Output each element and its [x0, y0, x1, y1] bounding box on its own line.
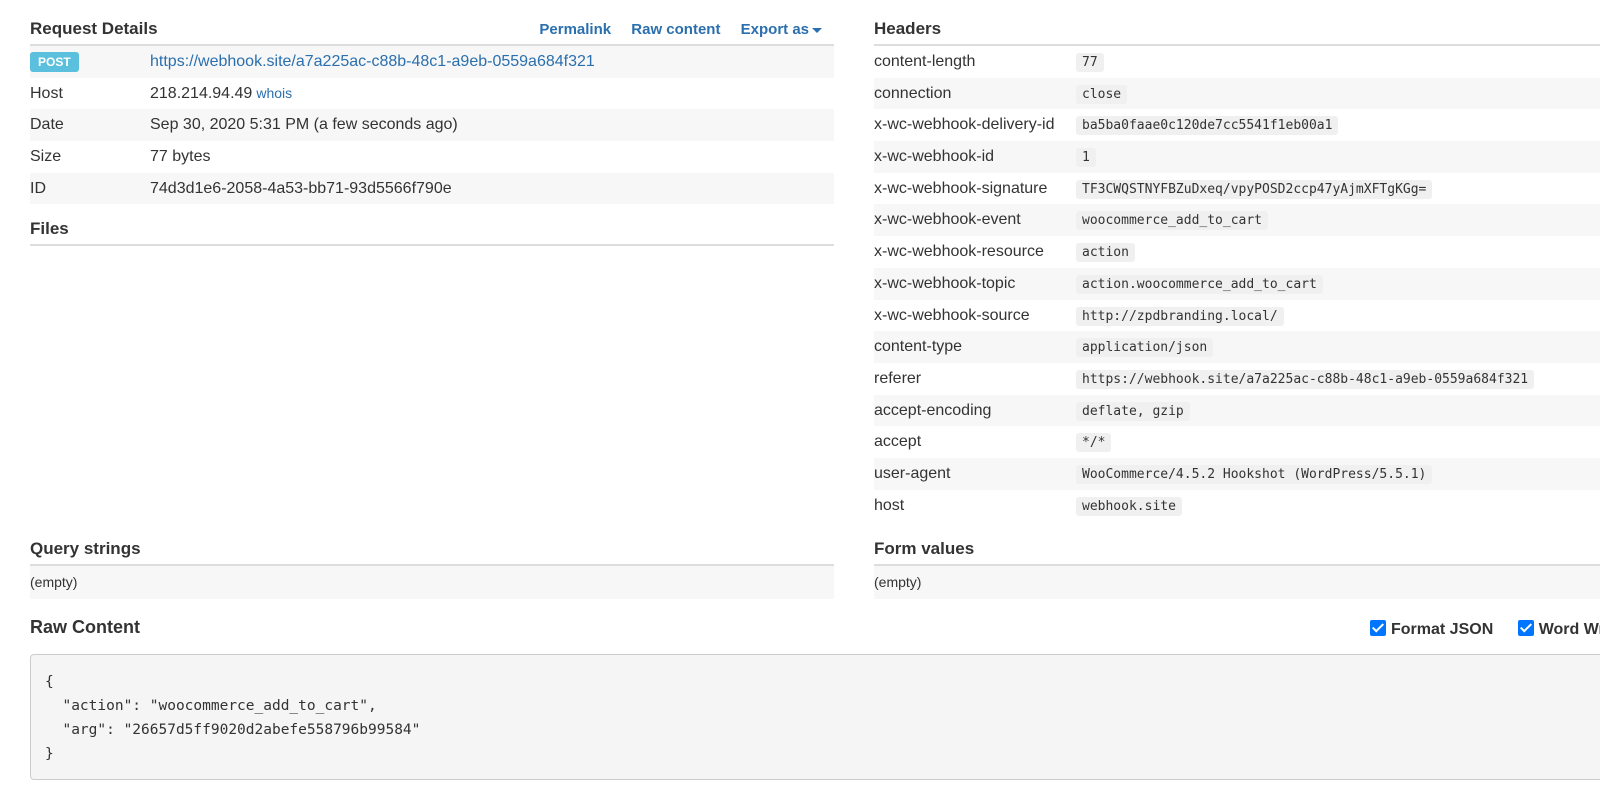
- date-value: Sep 30, 2020 5:31 PM (a few seconds ago): [150, 116, 458, 134]
- request-url-row: POST https://webhook.site/a7a225ac-c88b-…: [30, 46, 834, 78]
- export-as-label: Export as: [740, 21, 809, 38]
- raw-content-line: "action": "woocommerce_add_to_cart",: [45, 698, 377, 714]
- headers-panel: Headers content-length 77 connection close x…: [874, 14, 1600, 521]
- request-details-panel: Request Details Permalink Raw content Ex…: [30, 14, 834, 247]
- raw-content-line: }: [45, 746, 54, 762]
- raw-content-title: Raw Content: [30, 617, 140, 637]
- raw-content-line: {: [45, 674, 54, 690]
- id-value: 74d3d1e6-2058-4a53-bb71-93d5566f790e: [150, 179, 452, 197]
- header-value: close: [1076, 84, 1128, 104]
- header-row: accept-encoding deflate, gzip: [874, 394, 1600, 427]
- host-label: Host: [30, 84, 63, 102]
- request-actions: Permalink Raw content Export as: [523, 21, 822, 38]
- caret-down-icon: [812, 27, 822, 33]
- header-value: webhook.site: [1076, 496, 1182, 516]
- method-badge: POST: [30, 51, 79, 72]
- word-wrap-toggle[interactable]: Word Wrap: [1517, 620, 1600, 639]
- header-key: content-type: [874, 338, 963, 356]
- header-value: */*: [1076, 433, 1112, 453]
- header-key: x-wc-webhook-event: [874, 211, 1021, 229]
- header-value: 77: [1076, 53, 1104, 72]
- header-value: https://webhook.site/a7a225ac-c88b-48c1-…: [1076, 369, 1535, 389]
- header-row: x-wc-webhook-source http://zpdbranding.lo…: [874, 300, 1600, 332]
- headers-title: Headers: [874, 19, 942, 38]
- id-label: ID: [30, 179, 46, 197]
- header-key: x-wc-webhook-source: [874, 306, 1030, 324]
- header-key: accept: [874, 433, 922, 451]
- word-wrap-label: Word Wrap: [1538, 621, 1600, 638]
- export-as-dropdown[interactable]: Export as: [741, 21, 822, 38]
- query-strings-panel: Query strings (empty): [30, 534, 834, 599]
- headers-table: content-length 77 connection close x-wc-webh…: [874, 46, 1600, 521]
- raw-content-link[interactable]: Raw content: [631, 21, 720, 38]
- header-value: TF3CWQSTNYFBZuDxeq/vpyPOSD2ccp47yAjmXFTg…: [1076, 179, 1433, 199]
- format-json-checkbox[interactable]: [1370, 620, 1386, 636]
- header-row: x-wc-webhook-event woocommerce_add_to_car…: [874, 204, 1600, 237]
- header-row: connection close: [874, 77, 1600, 110]
- header-key: x-wc-webhook-delivery-id: [874, 116, 1055, 134]
- files-title: Files: [30, 219, 69, 239]
- header-key: x-wc-webhook-resource: [874, 243, 1044, 261]
- header-row: content-length 77: [874, 46, 1600, 78]
- date-row: Date Sep 30, 2020 5:31 PM (a few seconds…: [30, 109, 834, 142]
- raw-content-body: { "action": "woocommerce_add_to_cart", "…: [30, 654, 1600, 780]
- header-row: x-wc-webhook-topic action.woocommerce_add…: [874, 267, 1600, 300]
- form-values-title: Form values: [874, 539, 975, 558]
- header-row: host webhook.site: [874, 490, 1600, 522]
- permalink-link[interactable]: Permalink: [539, 21, 611, 38]
- header-row: x-wc-webhook-resource action: [874, 236, 1600, 268]
- host-row: Host 218.214.94.49 whois: [30, 78, 834, 110]
- files-header: Files: [30, 214, 834, 247]
- raw-content-options: Format JSON Word Wrap: [1370, 620, 1600, 639]
- format-json-toggle[interactable]: Format JSON: [1370, 620, 1493, 639]
- headers-header: Headers: [874, 14, 1600, 46]
- format-json-label: Format JSON: [1391, 621, 1494, 638]
- request-details-title: Request Details: [30, 19, 158, 38]
- header-key: user-agent: [874, 464, 951, 482]
- header-key: x-wc-webhook-signature: [874, 179, 1048, 197]
- header-value: action: [1076, 243, 1135, 263]
- header-key: host: [874, 496, 905, 514]
- header-key: x-wc-webhook-id: [874, 148, 995, 166]
- header-key: x-wc-webhook-topic: [874, 274, 1016, 292]
- header-key: referer: [874, 369, 922, 387]
- header-value: WooCommerce/4.5.2 Hookshot (WordPress/5.…: [1076, 464, 1433, 484]
- header-value: application/json: [1076, 338, 1214, 358]
- request-url-link[interactable]: https://webhook.site/a7a225ac-c88b-48c1-…: [150, 46, 595, 78]
- request-details-header: Request Details Permalink Raw content Ex…: [30, 14, 834, 46]
- header-key: accept-encoding: [874, 401, 992, 419]
- size-value: 77 bytes: [150, 148, 211, 166]
- header-value: ba5ba0faae0c120de7cc5541f1eb00a1: [1076, 116, 1339, 136]
- header-row: x-wc-webhook-delivery-id ba5ba0faae0c120d…: [874, 109, 1600, 141]
- query-strings-header: Query strings: [30, 534, 834, 566]
- header-value: http://zpdbranding.local/: [1076, 306, 1284, 326]
- query-strings-title: Query strings: [30, 539, 141, 558]
- whois-link[interactable]: whois: [256, 85, 292, 101]
- header-row: x-wc-webhook-signature TF3CWQSTNYFBZuDxeq…: [874, 173, 1600, 205]
- form-values-header: Form values: [874, 534, 1600, 566]
- header-value: deflate, gzip: [1076, 401, 1190, 421]
- header-row: user-agent WooCommerce/4.5.2 Hookshot (Wo…: [874, 457, 1600, 490]
- header-key: content-length: [874, 53, 976, 70]
- header-value: woocommerce_add_to_cart: [1076, 211, 1269, 231]
- header-key: connection: [874, 84, 952, 102]
- query-strings-value: (empty): [30, 566, 834, 599]
- form-values-value: (empty): [874, 566, 1600, 599]
- header-row: referer https://webhook.site/a7a225ac-c88…: [874, 363, 1600, 395]
- size-row: Size 77 bytes: [30, 141, 834, 173]
- form-values-panel: Form values (empty): [874, 534, 1600, 599]
- host-value: 218.214.94.49: [150, 84, 253, 102]
- word-wrap-checkbox[interactable]: [1517, 620, 1534, 636]
- date-label: Date: [30, 116, 64, 134]
- header-row: x-wc-webhook-id 1: [874, 141, 1600, 173]
- header-row: content-type application/json: [874, 331, 1600, 363]
- size-label: Size: [30, 148, 62, 166]
- header-value: action.woocommerce_add_to_cart: [1076, 274, 1323, 294]
- header-row: accept */*: [874, 426, 1600, 458]
- header-value: 1: [1076, 148, 1096, 168]
- id-row: ID 74d3d1e6-2058-4a53-bb71-93d5566f790e: [30, 172, 834, 205]
- raw-content-line: "arg": "26657d5ff9020d2abefe558796b99584…: [45, 722, 421, 738]
